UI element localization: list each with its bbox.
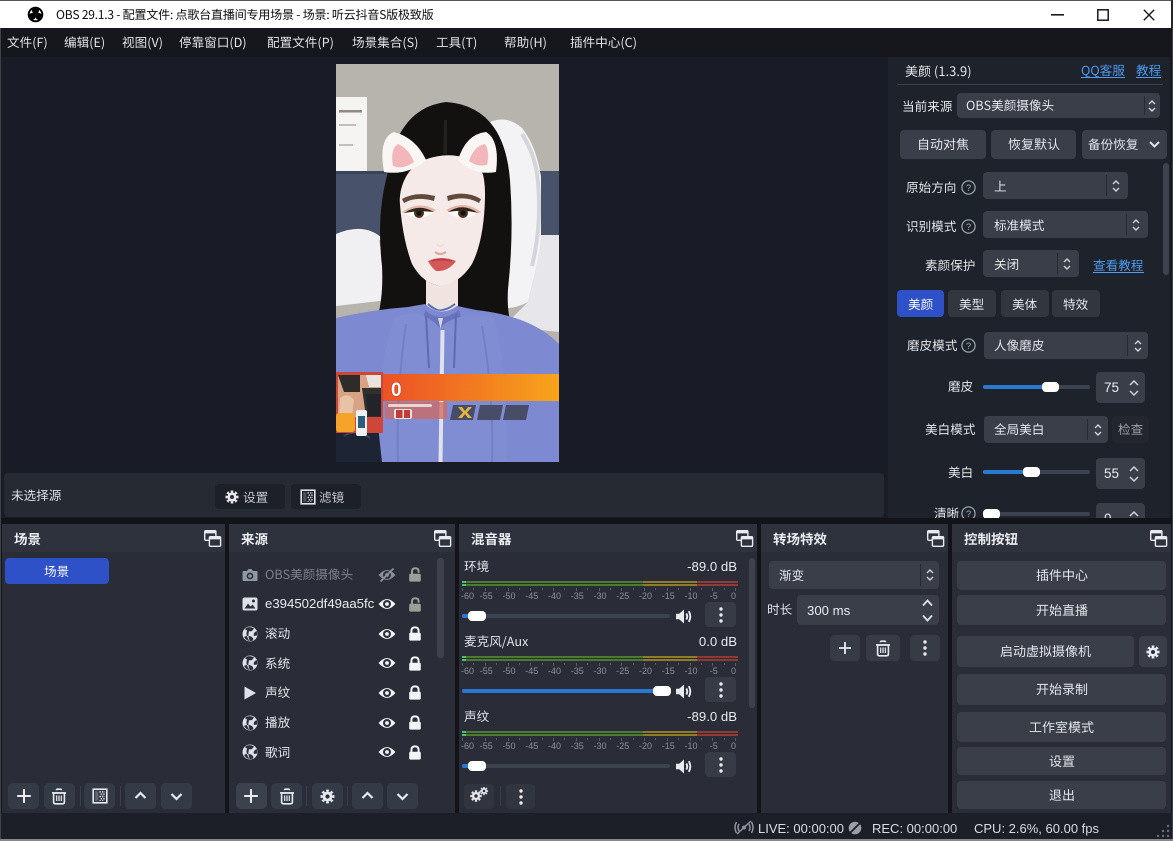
- svg-text:?: ?: [965, 183, 970, 194]
- svg-text:?: ?: [965, 222, 970, 233]
- svg-text:?: ?: [965, 341, 970, 352]
- svg-text:0: 0: [391, 380, 402, 401]
